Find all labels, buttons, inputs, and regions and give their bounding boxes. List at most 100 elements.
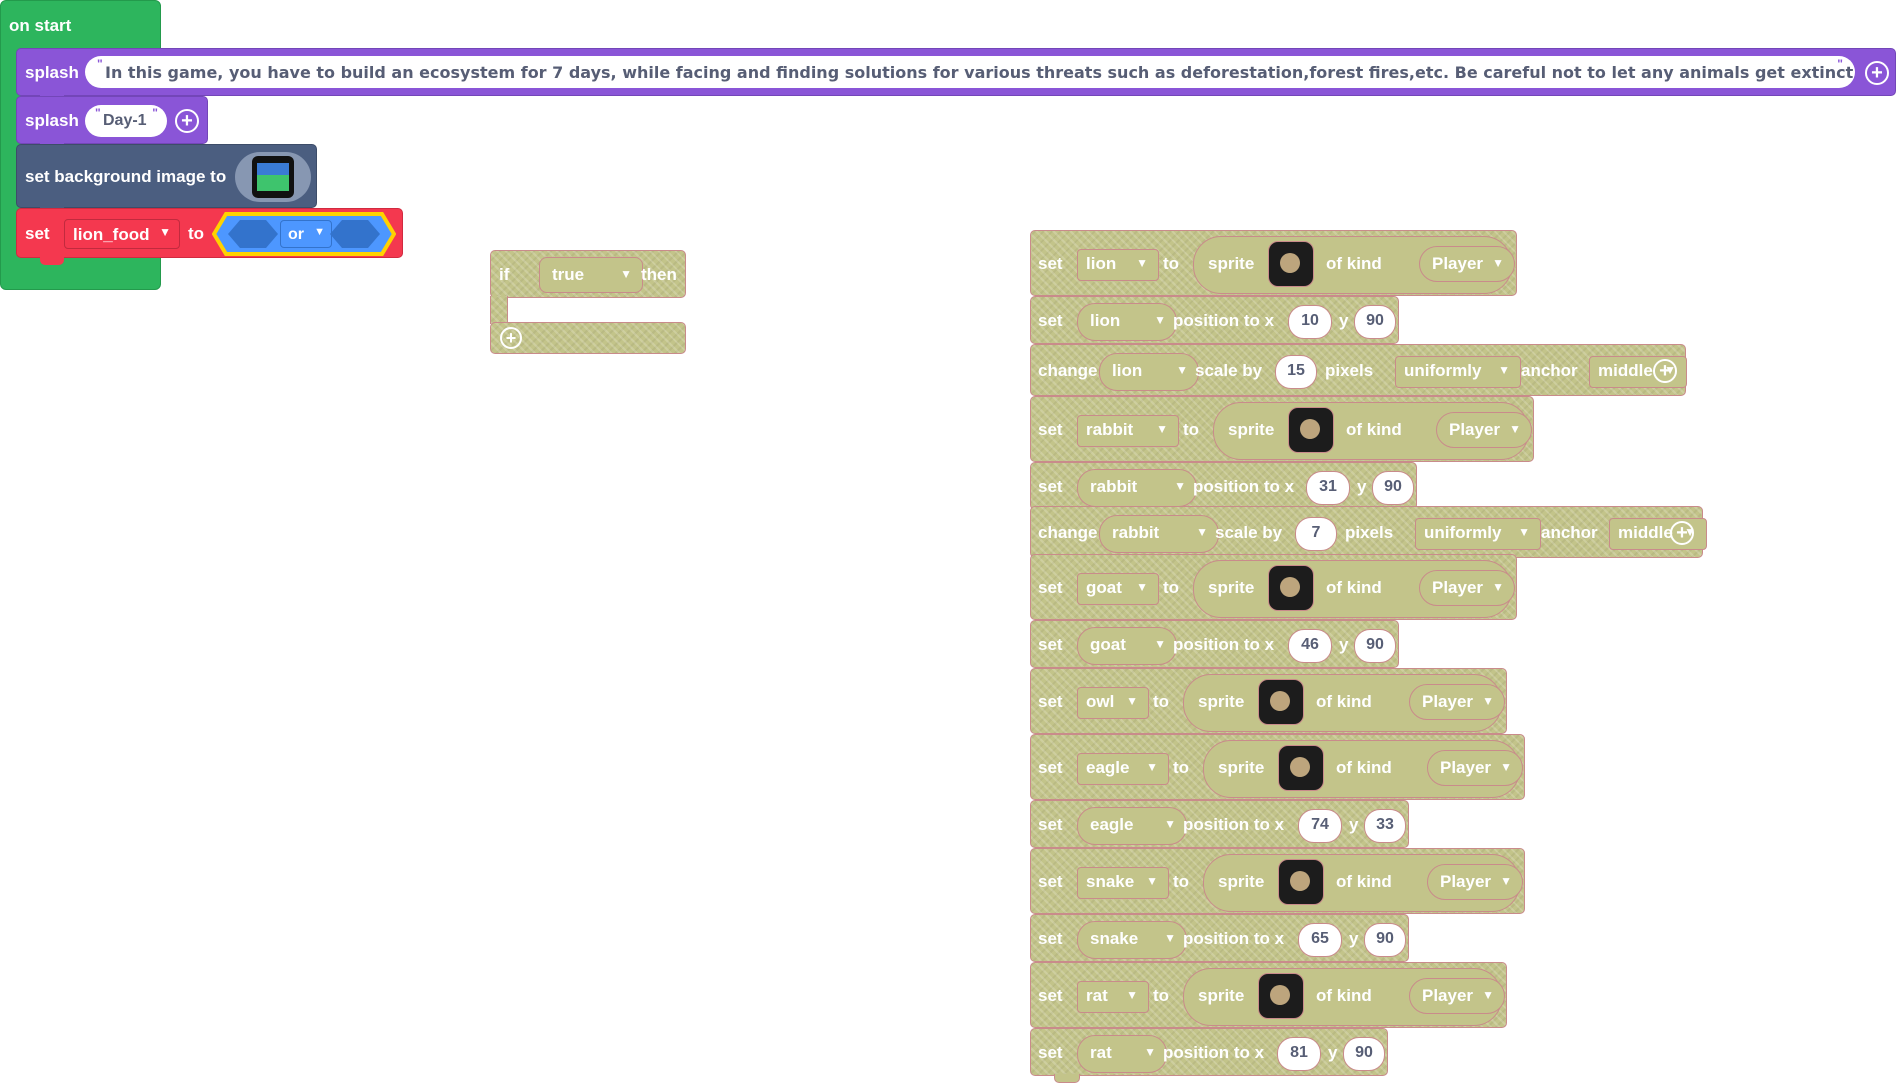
- variable-dropdown[interactable]: eagle ▼: [1077, 807, 1187, 845]
- splash-block[interactable]: splash " In this game, you have to build…: [16, 48, 1896, 96]
- if-block-footer[interactable]: +: [490, 322, 686, 354]
- splash-label: splash: [25, 111, 79, 130]
- variable-dropdown[interactable]: lion_food ▼: [64, 219, 180, 249]
- set-label: set: [1038, 929, 1063, 948]
- variable-dropdown[interactable]: goat ▼: [1077, 627, 1177, 665]
- variable-dropdown[interactable]: owl ▼: [1077, 687, 1149, 719]
- set-sprite-block-eagle[interactable]: set eagle ▼ to sprite of kind Player ▼: [1030, 734, 1525, 800]
- sprite-picker[interactable]: sprite of kind Player ▼: [1213, 402, 1532, 460]
- kind-dropdown[interactable]: Player ▼: [1409, 978, 1505, 1014]
- y-input[interactable]: 90: [1372, 471, 1414, 505]
- x-input[interactable]: 81: [1277, 1037, 1321, 1071]
- variable-dropdown[interactable]: rabbit ▼: [1077, 415, 1179, 447]
- scale-block-lion[interactable]: change lion ▼ scale by 15 pixels uniformly ▼ anc…: [1030, 344, 1687, 396]
- to-label: to: [1153, 692, 1170, 711]
- condition-dropdown[interactable]: true ▼: [539, 257, 643, 293]
- x-input[interactable]: 74: [1298, 809, 1342, 843]
- if-block[interactable]: if true ▼ then: [490, 250, 686, 298]
- kind-dropdown[interactable]: Player ▼: [1427, 750, 1523, 786]
- variable-dropdown[interactable]: rat ▼: [1077, 1035, 1167, 1073]
- kind-dropdown[interactable]: Player ▼: [1436, 412, 1532, 448]
- set-variable-block[interactable]: set lion_food ▼ to or ▼: [16, 208, 403, 258]
- variable-dropdown[interactable]: goat ▼: [1077, 573, 1159, 605]
- sprite-label: sprite: [1198, 692, 1245, 711]
- pixels-label: pixels: [1325, 361, 1374, 380]
- splash-text-field[interactable]: " Day-1 ": [85, 105, 167, 137]
- variable-dropdown[interactable]: eagle ▼: [1077, 753, 1169, 785]
- variable-name: lion_food: [73, 225, 150, 244]
- of-kind-label: of kind: [1316, 986, 1372, 1005]
- add-argument-icon[interactable]: +: [175, 109, 199, 133]
- eagle-icon: [1278, 745, 1324, 791]
- add-argument-icon[interactable]: +: [1865, 61, 1889, 85]
- scale-mode-dropdown[interactable]: uniformly ▼: [1395, 356, 1521, 388]
- set-sprite-block-goat[interactable]: set goat ▼ to sprite of kind Player ▼: [1030, 554, 1517, 620]
- variable-dropdown-value: snake: [1086, 872, 1135, 891]
- add-else-icon[interactable]: +: [500, 327, 522, 349]
- scale-mode-dropdown[interactable]: uniformly ▼: [1415, 518, 1541, 550]
- variable-dropdown[interactable]: rabbit ▼: [1099, 515, 1219, 553]
- variable-dropdown[interactable]: snake ▼: [1077, 867, 1169, 899]
- variable-dropdown[interactable]: snake ▼: [1077, 921, 1187, 959]
- splash-text-field[interactable]: " In this game, you have to build an eco…: [85, 56, 1855, 88]
- x-input[interactable]: 46: [1288, 629, 1332, 663]
- kind-dropdown[interactable]: Player ▼: [1419, 246, 1515, 282]
- add-argument-icon[interactable]: +: [1670, 521, 1694, 545]
- set-sprite-block-snake[interactable]: set snake ▼ to sprite of kind Player ▼: [1030, 848, 1525, 914]
- set-sprite-block-rat[interactable]: set rat ▼ to sprite of kind Player ▼: [1030, 962, 1507, 1028]
- variable-dropdown[interactable]: lion ▼: [1077, 303, 1177, 341]
- position-block-eagle[interactable]: set eagle ▼ position to x 74 y 33: [1030, 800, 1409, 848]
- variable-dropdown[interactable]: lion ▼: [1099, 353, 1199, 391]
- kind-dropdown[interactable]: Player ▼: [1409, 684, 1505, 720]
- y-input[interactable]: 90: [1354, 629, 1396, 663]
- x-input[interactable]: 65: [1298, 923, 1342, 957]
- set-background-block[interactable]: set background image to: [16, 144, 317, 208]
- condition-value: true: [552, 265, 585, 284]
- variable-dropdown[interactable]: rat ▼: [1077, 981, 1149, 1013]
- sprite-picker[interactable]: sprite of kind Player ▼: [1193, 236, 1515, 294]
- set-sprite-block-owl[interactable]: set owl ▼ to sprite of kind Player ▼: [1030, 668, 1507, 734]
- set-sprite-block-rabbit[interactable]: set rabbit ▼ to sprite of kind Player ▼: [1030, 396, 1534, 462]
- kind-value: Player: [1422, 692, 1474, 711]
- position-block-rat[interactable]: set rat ▼ position to x 81 y 90: [1030, 1028, 1388, 1076]
- operator-dropdown[interactable]: or ▼: [280, 220, 332, 248]
- chevron-down-icon: ▼: [159, 225, 171, 239]
- landscape-image-icon: [252, 156, 294, 198]
- background-image-picker[interactable]: [235, 152, 311, 202]
- variable-dropdown-value: snake: [1090, 929, 1139, 948]
- kind-value: Player: [1440, 758, 1492, 777]
- quote-open-icon: ": [97, 57, 103, 71]
- set-label: set: [1038, 477, 1063, 496]
- kind-dropdown[interactable]: Player ▼: [1427, 864, 1523, 900]
- x-input[interactable]: 31: [1306, 471, 1350, 505]
- y-input[interactable]: 33: [1364, 809, 1406, 843]
- chevron-down-icon: ▼: [1146, 874, 1158, 888]
- scale-value-input[interactable]: 7: [1295, 517, 1337, 551]
- kind-dropdown[interactable]: Player ▼: [1419, 570, 1515, 606]
- y-input[interactable]: 90: [1364, 923, 1406, 957]
- position-block-snake[interactable]: set snake ▼ position to x 65 y 90: [1030, 914, 1409, 962]
- sprite-picker[interactable]: sprite of kind Player ▼: [1183, 968, 1505, 1026]
- position-block-lion[interactable]: set lion ▼ position to x 10 y 90: [1030, 296, 1399, 344]
- sprite-label: sprite: [1198, 986, 1245, 1005]
- y-input[interactable]: 90: [1343, 1037, 1385, 1071]
- position-block-goat[interactable]: set goat ▼ position to x 46 y 90: [1030, 620, 1399, 668]
- if-block-body: [490, 296, 508, 324]
- sprite-picker[interactable]: sprite of kind Player ▼: [1203, 854, 1523, 912]
- variable-dropdown[interactable]: rabbit ▼: [1077, 469, 1197, 507]
- y-input[interactable]: 90: [1354, 305, 1396, 339]
- x-input[interactable]: 10: [1288, 305, 1332, 339]
- scale-value-input[interactable]: 15: [1275, 355, 1317, 389]
- set-sprite-block-lion[interactable]: set lion ▼ to sprite of kind Player ▼: [1030, 230, 1517, 296]
- position-block-rabbit[interactable]: set rabbit ▼ position to x 31 y 90: [1030, 462, 1417, 510]
- sprite-picker[interactable]: sprite of kind Player ▼: [1183, 674, 1505, 732]
- y-label: y: [1357, 477, 1367, 496]
- splash-block[interactable]: splash " Day-1 " +: [16, 96, 208, 144]
- add-argument-icon[interactable]: +: [1653, 359, 1677, 383]
- sprite-picker[interactable]: sprite of kind Player ▼: [1193, 560, 1515, 618]
- anchor-label: anchor: [1541, 523, 1598, 542]
- scale-block-rabbit[interactable]: change rabbit ▼ scale by 7 pixels uniformly ▼ an…: [1030, 506, 1707, 558]
- sprite-picker[interactable]: sprite of kind Player ▼: [1203, 740, 1523, 798]
- variable-dropdown[interactable]: lion ▼: [1077, 249, 1159, 281]
- chevron-down-icon: ▼: [1174, 479, 1186, 493]
